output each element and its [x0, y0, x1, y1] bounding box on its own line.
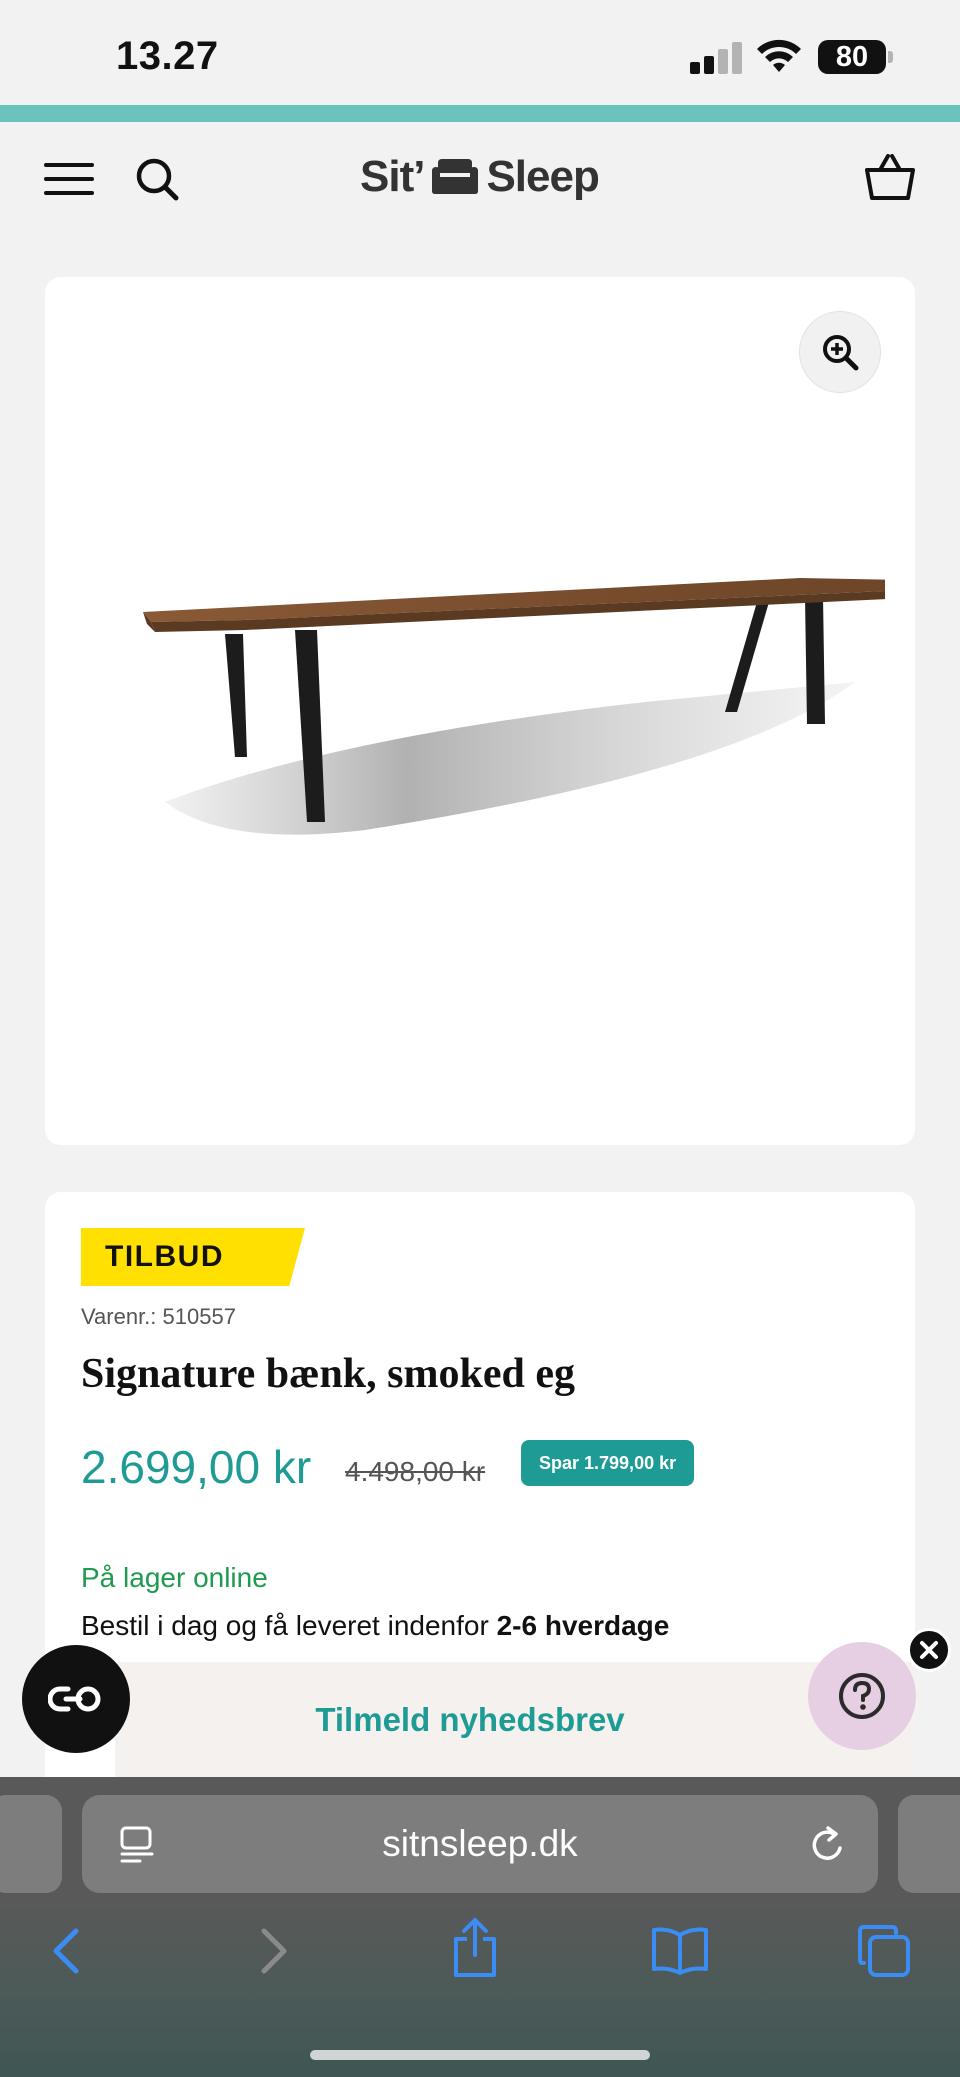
wifi-icon — [757, 39, 801, 72]
address-bar[interactable]: sitnsleep.dk — [82, 1795, 878, 1893]
battery-indicator: 80 — [818, 40, 886, 74]
close-icon — [920, 1641, 938, 1659]
help-icon — [839, 1673, 885, 1719]
product-image-card[interactable] — [45, 277, 915, 1145]
bench-product-image — [143, 578, 885, 835]
current-price: 2.699,00 kr — [81, 1441, 312, 1493]
browser-toolbar: sitnsleep.dk — [0, 1777, 960, 2077]
cart-icon[interactable] — [864, 152, 916, 202]
status-bar: 13.27 80 — [0, 0, 960, 105]
accessibility-icon — [48, 1686, 101, 1712]
savings-badge: Spar 1.799,00 kr — [521, 1440, 695, 1486]
forward-icon[interactable] — [256, 1925, 292, 1977]
cellular-signal-icon — [690, 42, 742, 74]
home-indicator — [310, 2050, 650, 2060]
battery-level: 80 — [835, 40, 869, 73]
previous-tab-preview[interactable] — [0, 1795, 62, 1893]
back-icon[interactable] — [48, 1925, 84, 1977]
zoom-in-icon — [823, 335, 859, 371]
accent-strip — [0, 105, 960, 122]
site-logo[interactable]: Sit’ Sleep — [360, 147, 600, 207]
reload-icon[interactable] — [808, 1823, 848, 1865]
delivery-days: 2-6 hverdage — [496, 1610, 670, 1641]
stock-status: På lager online — [81, 1562, 268, 1593]
newsletter-label: Tilmeld nyhedsbrev — [315, 1700, 625, 1738]
next-tab-preview[interactable] — [898, 1795, 960, 1893]
url-text: sitnsleep.dk — [382, 1823, 578, 1864]
offer-badge: TILBUD — [81, 1228, 305, 1286]
delivery-info: Bestil i dag og få leveret indenfor 2-6 … — [81, 1610, 669, 1642]
accessibility-button[interactable] — [22, 1645, 130, 1753]
tabs-icon[interactable] — [856, 1923, 912, 1979]
help-button[interactable] — [808, 1642, 916, 1750]
site-header: Sit’ Sleep — [0, 122, 960, 234]
product-sku: Varenr.: 510557 — [81, 1304, 236, 1329]
close-help-button[interactable] — [907, 1628, 951, 1672]
offer-badge-label: TILBUD — [105, 1240, 224, 1273]
logo-text-left: Sit’ — [360, 152, 425, 201]
zoom-button[interactable] — [799, 311, 881, 393]
product-title: Signature bænk, smoked eg — [81, 1351, 575, 1397]
logo-text-right: Sleep — [486, 152, 599, 201]
bookmarks-icon[interactable] — [650, 1925, 710, 1975]
reader-icon[interactable] — [118, 1825, 156, 1865]
status-time: 13.27 — [116, 34, 219, 78]
battery-cap — [888, 51, 893, 63]
menu-icon[interactable] — [44, 163, 94, 195]
original-price: 4.498,00 kr — [345, 1456, 486, 1487]
delivery-text: Bestil i dag og få leveret indenfor — [81, 1610, 489, 1641]
newsletter-signup-banner[interactable]: Tilmeld nyhedsbrev — [115, 1662, 915, 1777]
sofa-icon — [432, 159, 479, 194]
search-icon[interactable] — [134, 156, 180, 202]
share-icon[interactable] — [450, 1917, 500, 1979]
